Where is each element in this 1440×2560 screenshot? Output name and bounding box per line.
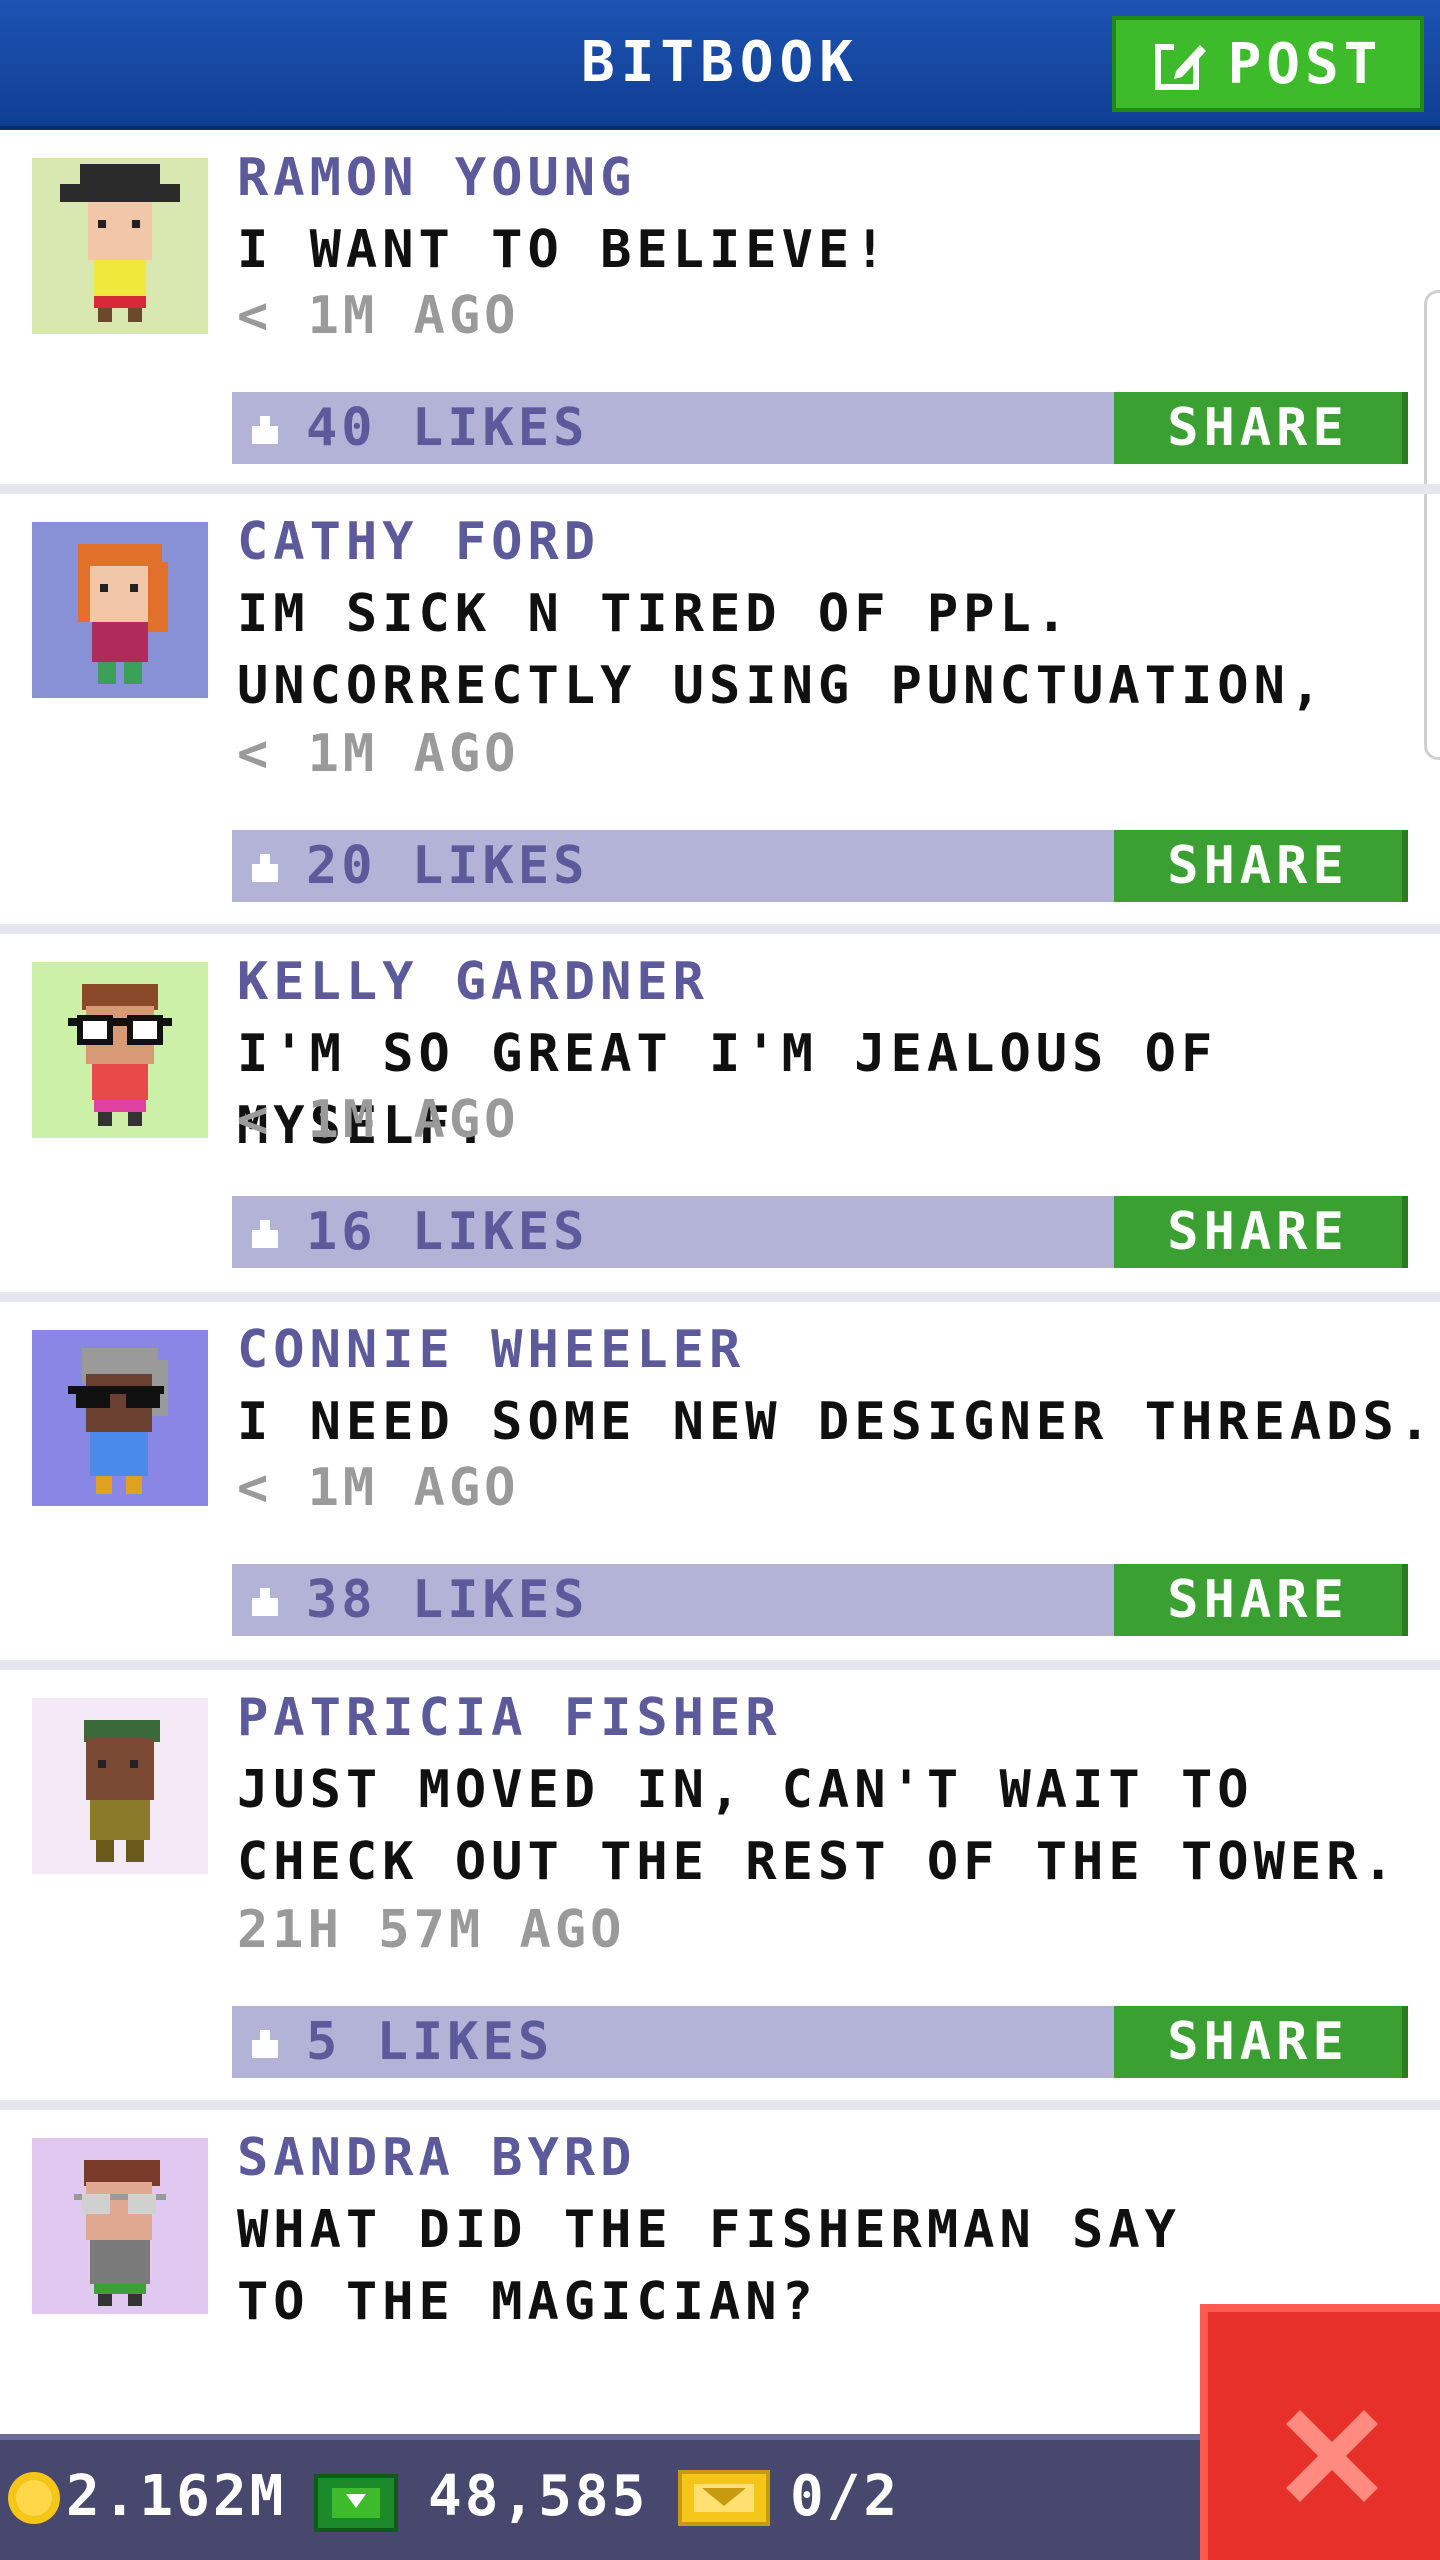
coin-icon xyxy=(8,2472,60,2524)
post-message: JUST MOVED IN, CAN'T WAIT TO CHECK OUT T… xyxy=(237,1760,1399,1892)
post-message: WHAT DID THE FISHERMAN SAY TO THE MAGICI… xyxy=(237,2200,1181,2332)
post-author[interactable]: PATRICIA FISHER xyxy=(237,1688,782,1748)
post-author[interactable]: KELLY GARDNER xyxy=(237,952,709,1012)
avatar xyxy=(32,962,208,1138)
post-time: < 1M AGO xyxy=(237,724,520,784)
likes-count: 20 LIKES xyxy=(306,836,589,896)
avatar xyxy=(32,522,208,698)
feed-post: CATHY FORD IM SICK N TIRED OF PPL. UNCOR… xyxy=(0,494,1440,934)
avatar xyxy=(32,1330,208,1506)
share-button[interactable]: SHARE xyxy=(1114,2006,1408,2078)
post-message: I WANT TO BELIEVE! xyxy=(237,220,891,280)
post-message: I NEED SOME NEW DESIGNER THREADS. xyxy=(237,1392,1436,1452)
like-bar[interactable]: 20 LIKES SHARE xyxy=(232,830,1408,902)
like-bar[interactable]: 5 LIKES SHARE xyxy=(232,2006,1408,2078)
likes-count: 38 LIKES xyxy=(306,1570,589,1630)
post-time: 21H 57M AGO xyxy=(237,1900,626,1960)
thumbs-up-icon xyxy=(252,1220,278,1248)
thumbs-up-icon xyxy=(252,416,278,444)
post-author[interactable]: RAMON YOUNG xyxy=(237,148,636,208)
ticket-icon xyxy=(678,2470,770,2526)
close-icon xyxy=(1286,2410,1378,2502)
like-bar[interactable]: 38 LIKES SHARE xyxy=(232,1564,1408,1636)
feed-post: CONNIE WHEELER I NEED SOME NEW DESIGNER … xyxy=(0,1302,1440,1670)
share-button[interactable]: SHARE xyxy=(1114,830,1408,902)
share-button[interactable]: SHARE xyxy=(1114,1564,1408,1636)
thumbs-up-icon xyxy=(252,854,278,882)
post-author[interactable]: CONNIE WHEELER xyxy=(237,1320,745,1380)
edit-icon xyxy=(1154,39,1208,90)
feed-post: PATRICIA FISHER JUST MOVED IN, CAN'T WAI… xyxy=(0,1670,1440,2110)
bux-value: 48,585 xyxy=(428,2464,649,2529)
thumbs-up-icon xyxy=(252,1588,278,1616)
coins-value: 2.162M xyxy=(66,2464,287,2529)
post-button-label: POST xyxy=(1227,31,1383,97)
close-button[interactable] xyxy=(1200,2304,1440,2560)
bux-icon xyxy=(314,2474,398,2532)
share-button[interactable]: SHARE xyxy=(1114,392,1408,464)
avatar xyxy=(32,1698,208,1874)
post-time: < 1M AGO xyxy=(237,286,520,346)
post-time: < 1M AGO xyxy=(237,1090,520,1150)
feed-post: RAMON YOUNG I WANT TO BELIEVE! < 1M AGO … xyxy=(0,130,1440,494)
post-time: < 1M AGO xyxy=(237,1458,520,1518)
post-author[interactable]: SANDRA BYRD xyxy=(237,2128,636,2188)
avatar xyxy=(32,158,208,334)
likes-count: 5 LIKES xyxy=(306,2012,554,2072)
likes-count: 16 LIKES xyxy=(306,1202,589,1262)
likes-count: 40 LIKES xyxy=(306,398,589,458)
thumbs-up-icon xyxy=(252,2030,278,2058)
post-button[interactable]: POST xyxy=(1112,16,1424,112)
like-bar[interactable]: 16 LIKES SHARE xyxy=(232,1196,1408,1268)
tickets-value: 0/2 xyxy=(790,2464,901,2529)
avatar xyxy=(32,2138,208,2314)
post-message: IM SICK N TIRED OF PPL. UNCORRECTLY USIN… xyxy=(237,584,1327,716)
like-bar[interactable]: 40 LIKES SHARE xyxy=(232,392,1408,464)
feed-post: KELLY GARDNER I'M SO GREAT I'M JEALOUS O… xyxy=(0,934,1440,1302)
share-button[interactable]: SHARE xyxy=(1114,1196,1408,1268)
post-author[interactable]: CATHY FORD xyxy=(237,512,600,572)
app-header: BITBOOK POST xyxy=(0,0,1440,130)
